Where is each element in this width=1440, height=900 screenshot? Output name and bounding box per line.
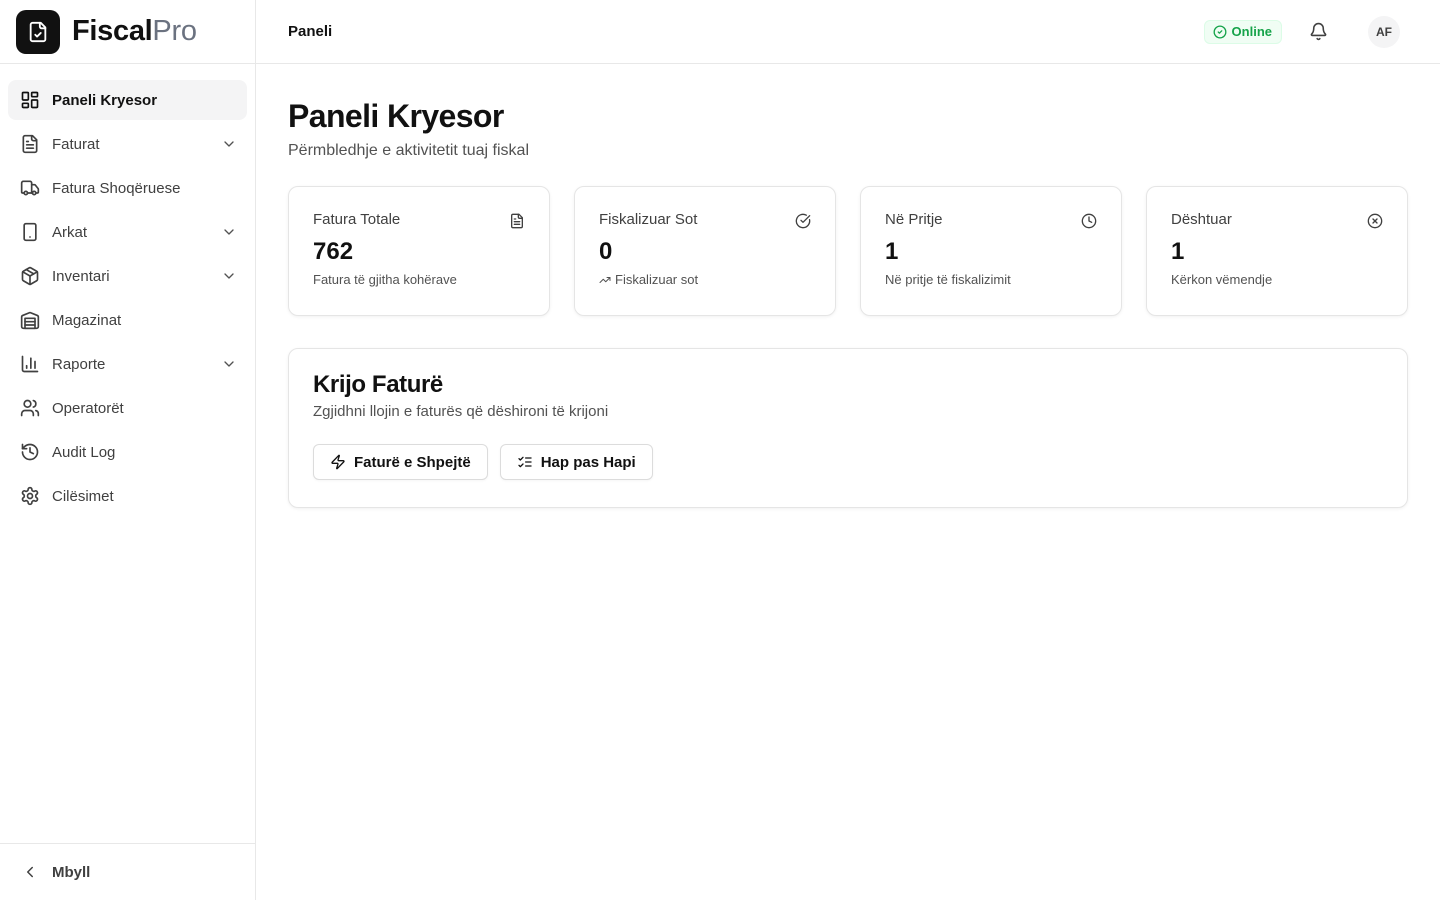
- status-badge: Online: [1203, 19, 1282, 44]
- sidebar-item-magazinat[interactable]: Magazinat: [8, 300, 247, 340]
- history-icon: [20, 442, 40, 462]
- clock-icon: [1081, 213, 1097, 229]
- bell-icon: [1310, 22, 1326, 41]
- sidebar-item-operatoret[interactable]: Operatorët: [8, 388, 247, 428]
- stat-value: 1: [1171, 238, 1185, 265]
- brand-name-accent: Pro: [152, 15, 197, 47]
- stat-value: 762: [313, 238, 354, 265]
- sidebar-item-label: Faturat: [52, 135, 100, 153]
- topbar: Paneli Online AF: [256, 0, 1440, 64]
- trending-up-icon: [599, 276, 611, 283]
- list-checks-icon: [518, 456, 532, 468]
- sidebar-item-label: Inventari: [52, 267, 110, 285]
- sidebar-item-label: Arkat: [52, 223, 88, 241]
- sidebar-item-label: Paneli Kryesor: [52, 91, 158, 109]
- stat-subtext: Kërkon vëmendje: [1171, 272, 1383, 287]
- bar-chart-icon: [20, 354, 40, 374]
- stat-card-failed: Dështuar 1 Kërkon vëmendje: [1146, 186, 1408, 316]
- status-text: Online: [1231, 24, 1272, 39]
- breadcrumb: Paneli: [288, 23, 333, 40]
- sidebar-item-raporte[interactable]: Raporte: [8, 344, 247, 384]
- sidebar-nav: Paneli Kryesor Faturat Fatura Shoqëruese…: [8, 80, 247, 520]
- collapse-sidebar-button[interactable]: Mbyll: [0, 843, 255, 900]
- dashboard-grid-icon: [20, 90, 40, 110]
- stat-title: Në Pritje: [885, 211, 943, 228]
- chevron-down-icon[interactable]: [221, 268, 237, 284]
- sidebar-item-fatura-shoqeruese[interactable]: Fatura Shoqëruese: [8, 168, 247, 208]
- page-subtitle: Përmbledhje e aktivitetit tuaj fiskal: [288, 142, 529, 159]
- file-text-icon: [20, 134, 40, 154]
- avatar[interactable]: AF: [1368, 15, 1400, 48]
- sidebar-item-faturat[interactable]: Faturat: [8, 124, 247, 164]
- notifications-button[interactable]: [1302, 16, 1334, 48]
- check-circle-icon: [795, 213, 811, 229]
- chevron-down-icon[interactable]: [221, 356, 237, 372]
- sidebar-item-audit-log[interactable]: Audit Log: [8, 432, 247, 472]
- stat-title: Dështuar: [1171, 211, 1232, 228]
- page-title: Paneli Kryesor: [288, 98, 504, 134]
- brand[interactable]: FiscalPro: [0, 0, 255, 64]
- chevron-down-icon[interactable]: [221, 224, 237, 240]
- warehouse-icon: [20, 310, 40, 330]
- brand-name-main: Fiscal: [72, 15, 153, 47]
- stat-subtext: Në pritje të fiskalizimit: [885, 272, 1097, 287]
- main-content: Paneli Kryesor Përmbledhje e aktivitetit…: [288, 64, 1408, 508]
- sidebar-item-label: Operatorët: [52, 399, 124, 417]
- stat-card-pending: Në Pritje 1 Në pritje të fiskalizimit: [860, 186, 1122, 316]
- sidebar-item-arkat[interactable]: Arkat: [8, 212, 247, 252]
- stat-title: Fatura Totale: [313, 211, 401, 228]
- stat-title: Fiskalizuar Sot: [599, 211, 698, 228]
- stat-card-total-invoices: Fatura Totale 762 Fatura të gjitha kohër…: [288, 186, 550, 316]
- stat-subtext-label: Fiskalizuar sot: [615, 272, 699, 287]
- step-by-step-label: Hap pas Hapi: [540, 453, 636, 471]
- quick-invoice-button[interactable]: Faturë e Shpejtë: [313, 444, 488, 480]
- quick-invoice-label: Faturë e Shpejtë: [354, 453, 471, 471]
- sidebar-item-label: Audit Log: [52, 443, 116, 461]
- package-icon: [20, 266, 40, 286]
- stat-card-fiscalized-today: Fiskalizuar Sot 0 Fiskalizuar sot: [574, 186, 836, 316]
- stat-value: 1: [885, 238, 899, 265]
- file-text-icon: [511, 213, 523, 229]
- tablet-icon: [20, 222, 40, 242]
- sidebar-item-label: Cilësimet: [52, 487, 114, 505]
- create-invoice-card: Krijo Faturë Zgjidhni llojin e faturës q…: [288, 348, 1408, 508]
- stat-subtext: Fiskalizuar sot: [599, 272, 811, 287]
- sidebar-item-cilesimet[interactable]: Cilësimet: [8, 476, 247, 516]
- stat-subtext-label: Kërkon vëmendje: [1171, 272, 1273, 287]
- stat-subtext-label: Në pritje të fiskalizimit: [885, 272, 1011, 287]
- sidebar-item-label: Raporte: [52, 355, 106, 373]
- create-invoice-actions: Faturë e Shpejtë Hap pas Hapi: [313, 444, 1383, 480]
- sidebar-item-paneli-kryesor[interactable]: Paneli Kryesor: [8, 80, 247, 120]
- step-by-step-button[interactable]: Hap pas Hapi: [499, 444, 653, 480]
- create-invoice-title: Krijo Faturë: [313, 371, 443, 398]
- sidebar: FiscalPro Paneli Kryesor Faturat Fatura …: [0, 0, 256, 900]
- sidebar-item-label: Magazinat: [52, 311, 122, 329]
- x-circle-icon: [1367, 213, 1383, 229]
- zap-icon: [331, 454, 345, 470]
- stats-row: Fatura Totale 762 Fatura të gjitha kohër…: [288, 186, 1408, 316]
- stat-subtext: Fatura të gjitha kohërave: [313, 272, 525, 287]
- stat-value: 0: [599, 238, 613, 265]
- stat-subtext-label: Fatura të gjitha kohërave: [313, 272, 457, 287]
- sidebar-item-inventari[interactable]: Inventari: [8, 256, 247, 296]
- collapse-label: Mbyll: [52, 863, 91, 881]
- truck-icon: [20, 178, 40, 198]
- create-invoice-subtitle: Zgjidhni llojin e faturës që dëshironi t…: [313, 403, 609, 420]
- brand-name: FiscalPro: [72, 15, 197, 48]
- settings-icon: [20, 486, 40, 506]
- users-icon: [20, 398, 40, 418]
- file-check-icon: [16, 9, 60, 54]
- chevron-left-icon: [20, 862, 40, 882]
- check-circle-icon: [1213, 25, 1227, 38]
- sidebar-item-label: Fatura Shoqëruese: [52, 179, 181, 197]
- chevron-down-icon[interactable]: [221, 136, 237, 152]
